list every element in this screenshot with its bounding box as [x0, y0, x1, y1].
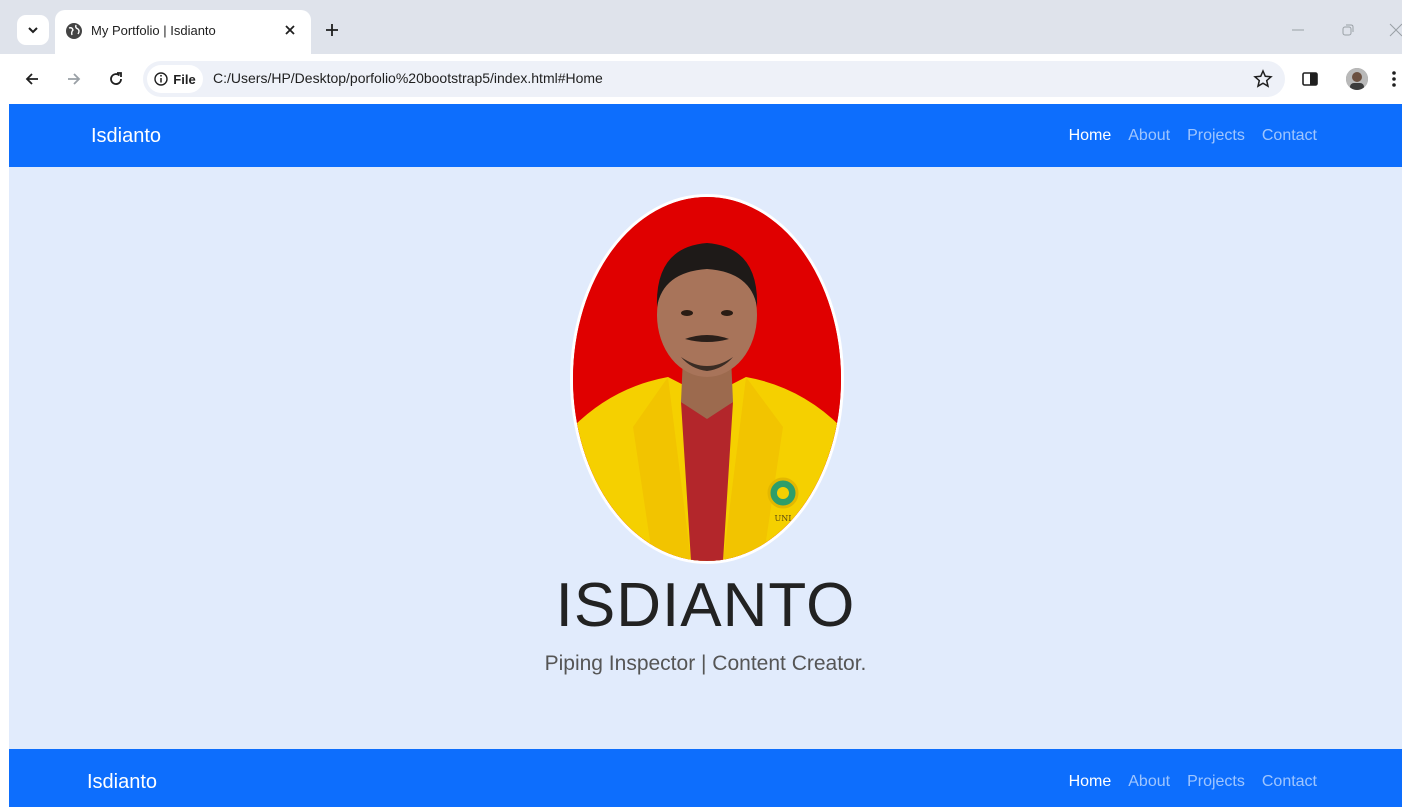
side-panel-icon[interactable] — [1300, 69, 1320, 89]
window-close-icon[interactable] — [1388, 22, 1402, 38]
active-tab[interactable]: My Portfolio | Isdianto — [55, 10, 311, 54]
back-icon — [25, 73, 38, 85]
nav-link-projects[interactable]: Projects — [1187, 127, 1245, 145]
nav-link-home[interactable]: Home — [1069, 127, 1112, 145]
profile-avatar[interactable] — [1346, 68, 1368, 90]
tab-search-button[interactable] — [17, 15, 49, 45]
tab-title: My Portfolio | Isdianto — [91, 23, 216, 38]
nav-link-about[interactable]: About — [1128, 127, 1170, 145]
url-text[interactable]: C:/Users/HP/Desktop/porfolio%20bootstrap… — [213, 70, 603, 86]
reload-icon — [110, 72, 122, 85]
back-button[interactable] — [20, 67, 44, 91]
address-bar[interactable]: File C:/Users/HP/Desktop/porfolio%20boot… — [143, 61, 1285, 97]
site-info-chip[interactable]: File — [147, 65, 203, 93]
profile-photo-illustration: UNI — [573, 197, 841, 561]
profile-photo: UNI — [570, 194, 844, 564]
more-icon[interactable] — [1390, 69, 1402, 89]
site-info-label: File — [173, 71, 196, 87]
nav-link-contact[interactable]: Contact — [1262, 127, 1317, 145]
footer-link-projects[interactable]: Projects — [1187, 773, 1245, 791]
footer-links: Home About Projects Contact — [1069, 773, 1317, 791]
footer-brand[interactable]: Isdianto — [87, 771, 157, 794]
footer-link-home[interactable]: Home — [1069, 773, 1112, 791]
navbar-links: Home About Projects Contact — [1069, 127, 1317, 145]
star-icon[interactable] — [1253, 69, 1273, 89]
browser-toolbar: File C:/Users/HP/Desktop/porfolio%20boot… — [0, 54, 1402, 104]
tab-close-button[interactable] — [281, 21, 299, 39]
avatar-image — [1346, 68, 1368, 90]
hero-subtitle: Piping Inspector | Content Creator. — [544, 652, 867, 675]
chevron-down-icon — [28, 27, 38, 34]
close-icon — [285, 25, 295, 35]
forward-icon — [68, 73, 81, 85]
top-navbar: Isdianto Home About Projects Contact — [9, 104, 1402, 167]
footer-link-about[interactable]: About — [1128, 773, 1170, 791]
navbar-brand[interactable]: Isdianto — [91, 125, 161, 148]
page-viewport: Isdianto Home About Projects Contact UNI… — [9, 104, 1402, 807]
photo-badge-text: UNI — [775, 514, 792, 523]
plus-icon — [326, 24, 338, 36]
new-tab-button[interactable] — [322, 20, 342, 40]
forward-button[interactable] — [62, 67, 86, 91]
restore-icon[interactable] — [1340, 22, 1356, 38]
globe-icon — [66, 23, 82, 39]
minimize-icon[interactable] — [1290, 22, 1306, 38]
info-icon — [154, 72, 168, 86]
footer-link-contact[interactable]: Contact — [1262, 773, 1317, 791]
browser-tab-bar: My Portfolio | Isdianto — [0, 0, 1402, 54]
hero-name: ISDIANTO — [555, 571, 856, 640]
reload-button[interactable] — [104, 67, 128, 91]
bottom-navbar: Isdianto Home About Projects Contact — [9, 749, 1402, 807]
